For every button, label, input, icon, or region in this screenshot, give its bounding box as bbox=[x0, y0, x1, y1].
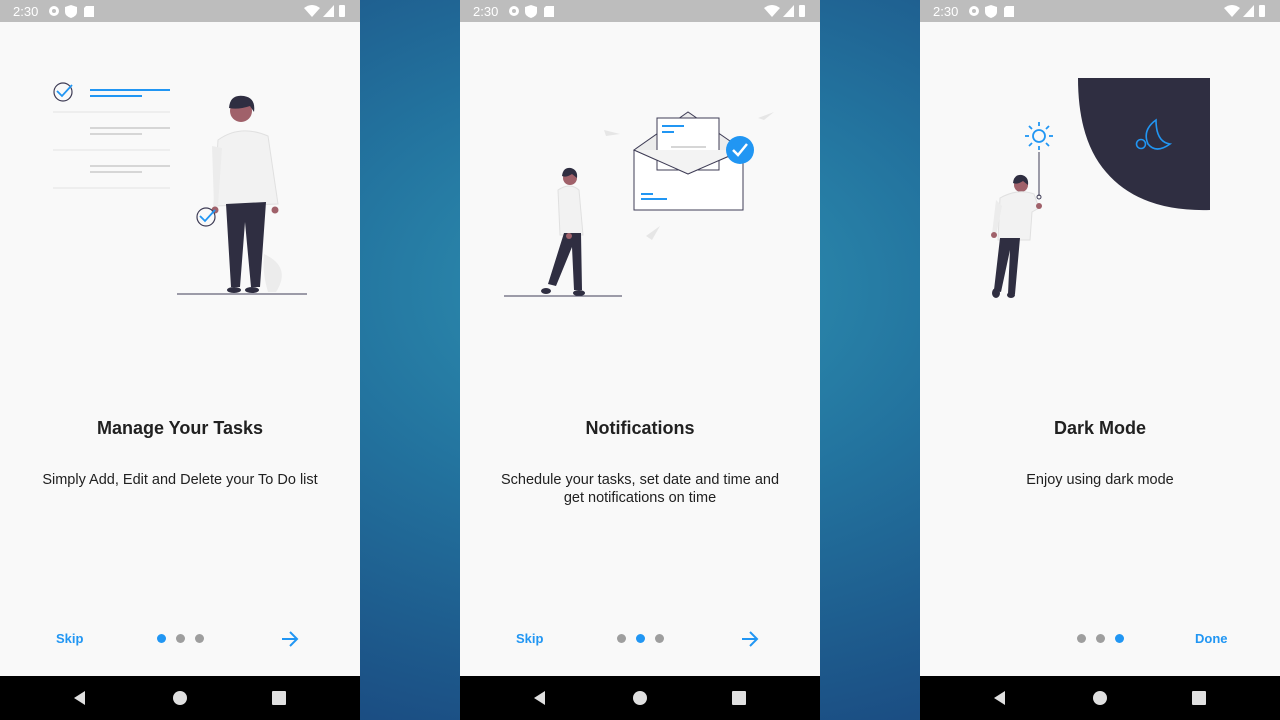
dark-panel bbox=[1078, 78, 1210, 211]
signal-icon bbox=[323, 5, 334, 17]
settings-icon bbox=[49, 6, 59, 16]
onboarding-screen-notifications: 2:30 Notifications Schedule your tasks, … bbox=[460, 0, 820, 720]
back-button[interactable] bbox=[532, 690, 548, 706]
status-left-icons bbox=[47, 4, 107, 21]
done-button[interactable]: Done bbox=[1195, 631, 1228, 646]
screen-title: Manage Your Tasks bbox=[96, 418, 264, 438]
person-figure bbox=[211, 95, 282, 293]
sun-icon bbox=[1025, 122, 1053, 150]
signal-icon bbox=[1243, 5, 1254, 17]
home-button[interactable] bbox=[632, 690, 648, 706]
back-button[interactable] bbox=[992, 690, 1008, 706]
notifications-illustration bbox=[504, 111, 774, 297]
onboarding-screen-dark-mode: 2:30 Dark Mode Enjoy using dark mode Don… bbox=[920, 0, 1280, 720]
status-time: 2:30 bbox=[13, 4, 39, 19]
page-indicator bbox=[154, 634, 209, 644]
check-icon bbox=[53, 82, 73, 102]
settings-icon bbox=[509, 6, 519, 16]
status-left-icons bbox=[507, 4, 567, 21]
recents-button[interactable] bbox=[271, 690, 287, 706]
skip-button[interactable]: Skip bbox=[516, 631, 543, 646]
screen-title: Dark Mode bbox=[1053, 418, 1147, 438]
sd-card-icon bbox=[544, 6, 554, 17]
envelope-icon bbox=[632, 111, 745, 211]
tasks-illustration bbox=[53, 82, 307, 295]
page-dot-3[interactable] bbox=[1115, 634, 1124, 643]
screen-description: Schedule your tasks, set date and time a… bbox=[500, 472, 780, 506]
page-dot-2[interactable] bbox=[636, 634, 645, 643]
screen-description: Enjoy using dark mode bbox=[1026, 472, 1174, 488]
page-dot-1[interactable] bbox=[617, 634, 626, 643]
status-left-icons bbox=[967, 4, 1027, 21]
dark-mode-illustration bbox=[991, 78, 1210, 298]
system-nav-bar bbox=[920, 676, 1280, 720]
wifi-icon bbox=[1224, 5, 1240, 17]
page-indicator bbox=[1074, 634, 1129, 644]
sd-card-icon bbox=[84, 6, 94, 17]
system-nav-bar bbox=[460, 676, 820, 720]
shield-icon bbox=[525, 5, 537, 18]
skip-button[interactable]: Skip bbox=[56, 631, 83, 646]
status-time: 2:30 bbox=[473, 4, 499, 19]
person-figure bbox=[541, 167, 585, 296]
shield-icon bbox=[985, 5, 997, 18]
page-dot-2[interactable] bbox=[176, 634, 185, 643]
wifi-icon bbox=[304, 5, 320, 17]
status-right-icons bbox=[764, 4, 808, 21]
page-indicator bbox=[614, 634, 669, 644]
screen-description: Simply Add, Edit and Delete your To Do l… bbox=[42, 472, 318, 488]
check-icon bbox=[196, 207, 216, 227]
battery-icon bbox=[1259, 5, 1265, 17]
settings-icon bbox=[969, 6, 979, 16]
battery-icon bbox=[339, 5, 345, 17]
page-dot-3[interactable] bbox=[195, 634, 204, 643]
status-bar: 2:30 bbox=[460, 0, 820, 22]
next-arrow-icon[interactable] bbox=[280, 630, 300, 648]
sd-card-icon bbox=[1004, 6, 1014, 17]
shield-icon bbox=[65, 5, 77, 18]
person-figure bbox=[991, 174, 1042, 298]
status-right-icons bbox=[304, 4, 348, 21]
onboarding-screen-manage-tasks: 2:30 Manage Your Tasks Simply Add, Edit … bbox=[0, 0, 360, 720]
back-button[interactable] bbox=[72, 690, 88, 706]
page-dot-1[interactable] bbox=[1077, 634, 1086, 643]
home-button[interactable] bbox=[1092, 690, 1108, 706]
recents-button[interactable] bbox=[731, 690, 747, 706]
page-dot-3[interactable] bbox=[655, 634, 664, 643]
status-right-icons bbox=[1224, 4, 1268, 21]
check-badge-icon bbox=[726, 136, 754, 164]
page-dot-2[interactable] bbox=[1096, 634, 1105, 643]
status-bar: 2:30 bbox=[920, 0, 1280, 22]
system-nav-bar bbox=[0, 676, 360, 720]
page-dot-1[interactable] bbox=[157, 634, 166, 643]
recents-button[interactable] bbox=[1191, 690, 1207, 706]
status-bar: 2:30 bbox=[0, 0, 360, 22]
status-time: 2:30 bbox=[933, 4, 959, 19]
screen-title: Notifications bbox=[585, 418, 695, 438]
next-arrow-icon[interactable] bbox=[740, 630, 760, 648]
wifi-icon bbox=[764, 5, 780, 17]
battery-icon bbox=[799, 5, 805, 17]
signal-icon bbox=[783, 5, 794, 17]
home-button[interactable] bbox=[172, 690, 188, 706]
